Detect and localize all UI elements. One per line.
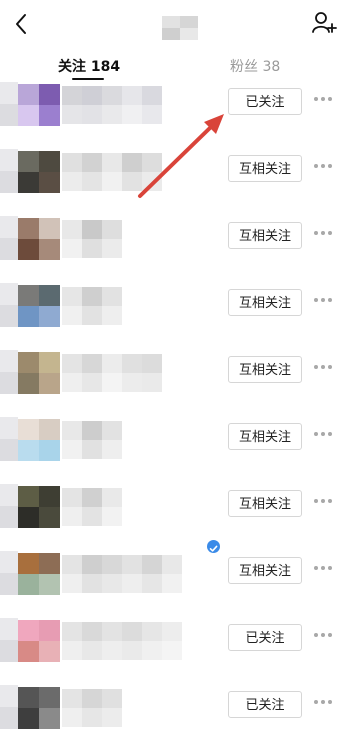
avatar-edge-mosaic bbox=[0, 149, 18, 193]
avatar-edge-mosaic bbox=[0, 484, 18, 528]
more-options-icon[interactable] bbox=[314, 363, 332, 371]
follow-status-button[interactable]: 已关注 bbox=[228, 88, 302, 115]
avatar-edge-mosaic bbox=[0, 618, 18, 662]
list-item[interactable]: 互相关注 bbox=[0, 551, 349, 618]
more-options-icon[interactable] bbox=[314, 296, 332, 304]
username-mosaic[interactable] bbox=[62, 354, 162, 392]
avatar[interactable] bbox=[18, 151, 60, 193]
active-tab-indicator bbox=[72, 78, 104, 80]
more-options-icon[interactable] bbox=[314, 229, 332, 237]
avatar-edge-mosaic bbox=[0, 216, 18, 260]
more-options-icon[interactable] bbox=[314, 497, 332, 505]
more-options-icon[interactable] bbox=[314, 564, 332, 572]
avatar-edge-mosaic bbox=[0, 82, 18, 126]
more-options-icon[interactable] bbox=[314, 95, 332, 103]
username-mosaic[interactable] bbox=[62, 622, 182, 660]
avatar-edge-mosaic bbox=[0, 417, 18, 461]
username-mosaic[interactable] bbox=[62, 153, 162, 191]
avatar[interactable] bbox=[18, 620, 60, 662]
username-mosaic[interactable] bbox=[62, 287, 122, 325]
list-item[interactable]: 互相关注 bbox=[0, 350, 349, 417]
follow-status-button[interactable]: 已关注 bbox=[228, 624, 302, 651]
username-mosaic[interactable] bbox=[62, 86, 162, 124]
more-options-icon[interactable] bbox=[314, 162, 332, 170]
follow-status-button[interactable]: 互相关注 bbox=[228, 289, 302, 316]
follow-status-button[interactable]: 互相关注 bbox=[228, 423, 302, 450]
avatar-edge-mosaic bbox=[0, 283, 18, 327]
tab-fans[interactable]: 粉丝 38 bbox=[230, 56, 280, 76]
follow-tabs: 关注 184 粉丝 38 bbox=[0, 52, 349, 80]
follow-status-button[interactable]: 互相关注 bbox=[228, 222, 302, 249]
avatar[interactable] bbox=[18, 352, 60, 394]
list-item[interactable]: 互相关注 bbox=[0, 484, 349, 551]
avatar-edge-mosaic bbox=[0, 350, 18, 394]
more-options-icon[interactable] bbox=[314, 430, 332, 438]
list-item[interactable]: 已关注 bbox=[0, 618, 349, 685]
avatar[interactable] bbox=[18, 218, 60, 260]
list-item[interactable]: 互相关注 bbox=[0, 417, 349, 484]
follow-status-button[interactable]: 互相关注 bbox=[228, 490, 302, 517]
avatar[interactable] bbox=[18, 553, 60, 595]
username-mosaic[interactable] bbox=[62, 488, 122, 526]
page-title-mosaic bbox=[162, 16, 198, 40]
list-item[interactable]: 互相关注 bbox=[0, 283, 349, 350]
avatar[interactable] bbox=[18, 486, 60, 528]
avatar-edge-mosaic bbox=[0, 685, 18, 729]
follow-status-button[interactable]: 互相关注 bbox=[228, 155, 302, 182]
avatar[interactable] bbox=[18, 84, 60, 126]
back-arrow-icon[interactable] bbox=[10, 10, 34, 38]
avatar-edge-mosaic bbox=[0, 551, 18, 595]
username-mosaic[interactable] bbox=[62, 555, 182, 593]
username-mosaic[interactable] bbox=[62, 220, 122, 258]
username-mosaic[interactable] bbox=[62, 421, 122, 459]
follow-status-button[interactable]: 互相关注 bbox=[228, 356, 302, 383]
list-item[interactable]: 互相关注 bbox=[0, 149, 349, 216]
avatar[interactable] bbox=[18, 419, 60, 461]
avatar[interactable] bbox=[18, 285, 60, 327]
verified-badge-icon bbox=[207, 540, 220, 553]
username-mosaic[interactable] bbox=[62, 689, 122, 727]
list-item[interactable]: 互相关注 bbox=[0, 216, 349, 283]
tab-following[interactable]: 关注 184 bbox=[58, 56, 120, 76]
top-nav-bar bbox=[0, 0, 349, 52]
avatar[interactable] bbox=[18, 687, 60, 729]
list-item[interactable]: 已关注 bbox=[0, 82, 349, 149]
more-options-icon[interactable] bbox=[314, 631, 332, 639]
add-user-icon[interactable] bbox=[311, 10, 337, 36]
follow-status-button[interactable]: 互相关注 bbox=[228, 557, 302, 584]
list-item[interactable]: 已关注 bbox=[0, 685, 349, 752]
